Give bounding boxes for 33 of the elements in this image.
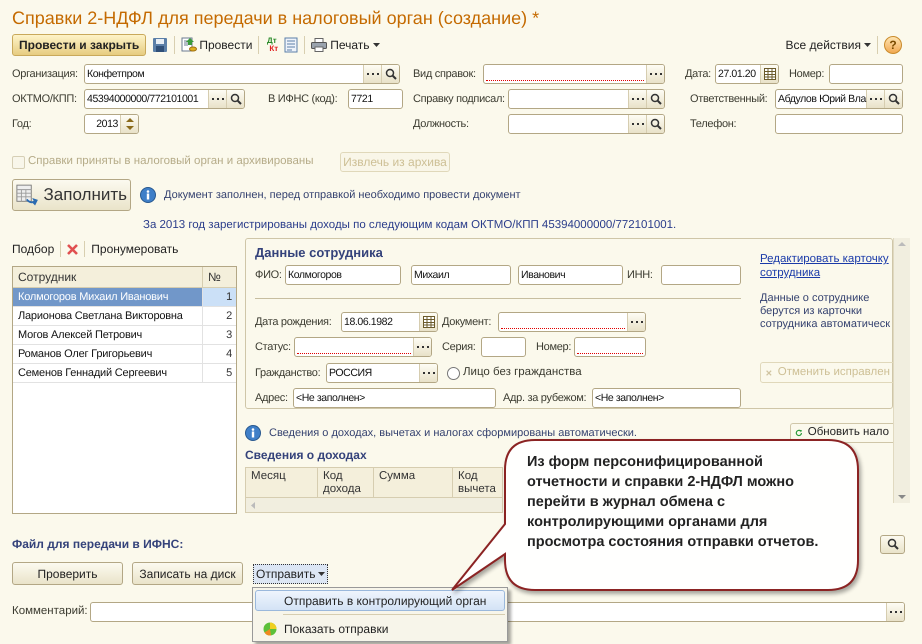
- income-codes-note: За 2013 год зарегистрированы доходы по следующим кодам ОКТМО/КПП 45394000000/772101001.: [143, 218, 678, 232]
- card-note: Данные о сотруднике берутся из карточки сотрудника автоматическ: [760, 292, 892, 331]
- field-label: Вид справок:: [413, 66, 477, 82]
- radio-label: Лицо без гражданства: [463, 365, 582, 380]
- field-label: Документ:: [442, 314, 492, 330]
- field-label: Гражданство:: [255, 366, 322, 381]
- field-label: Серия:: [442, 340, 477, 355]
- section-title: Файл для передачи в ИФНС:: [12, 536, 184, 553]
- field-label: Телефон:: [690, 116, 738, 132]
- field-label: ОКТМО/КПП:: [12, 92, 78, 107]
- field-label: Адр. за рубежом:: [503, 390, 588, 406]
- field-label: Номер:: [789, 66, 826, 82]
- field-label: Ответственный:: [690, 92, 768, 107]
- field-label: Должность:: [413, 116, 470, 132]
- field-label: Номер:: [536, 340, 572, 355]
- field-label: ИНН:: [627, 268, 654, 283]
- info-message: Документ заполнен, перед отправкой необходимо провести документ: [164, 188, 521, 203]
- window-title: Справки 2-НДФЛ для передачи в налоговый орган (создание) *: [12, 7, 540, 30]
- field-label: Статус:: [255, 340, 292, 355]
- field-label: В ИФНС (код):: [268, 92, 338, 107]
- field-label: Год:: [12, 116, 32, 132]
- info-message: Сведения о доходах, вычетах и налогах сформированы автоматически.: [269, 426, 637, 441]
- field-label: Комментарий:: [12, 604, 89, 620]
- callout-text: Из форм персонифицированной отчетности и справки 2-НДФЛ можно перейти в журнал обмена с контролирующими органами для просмотра состояния отправки отчетов.: [527, 453, 820, 552]
- checkbox-label: Справки приняты в налоговый орган и архивированы: [28, 154, 315, 170]
- field-label: Адрес:: [255, 390, 289, 406]
- field-label: Справку подписал:: [413, 92, 506, 107]
- field-label: Дата:: [685, 66, 712, 82]
- section-title: Данные сотрудника: [255, 245, 384, 261]
- field-label: Организация:: [12, 66, 79, 82]
- section-title: Сведения о доходах: [245, 448, 367, 462]
- field-label: ФИО:: [255, 268, 283, 283]
- field-label: Дата рождения:: [255, 314, 332, 330]
